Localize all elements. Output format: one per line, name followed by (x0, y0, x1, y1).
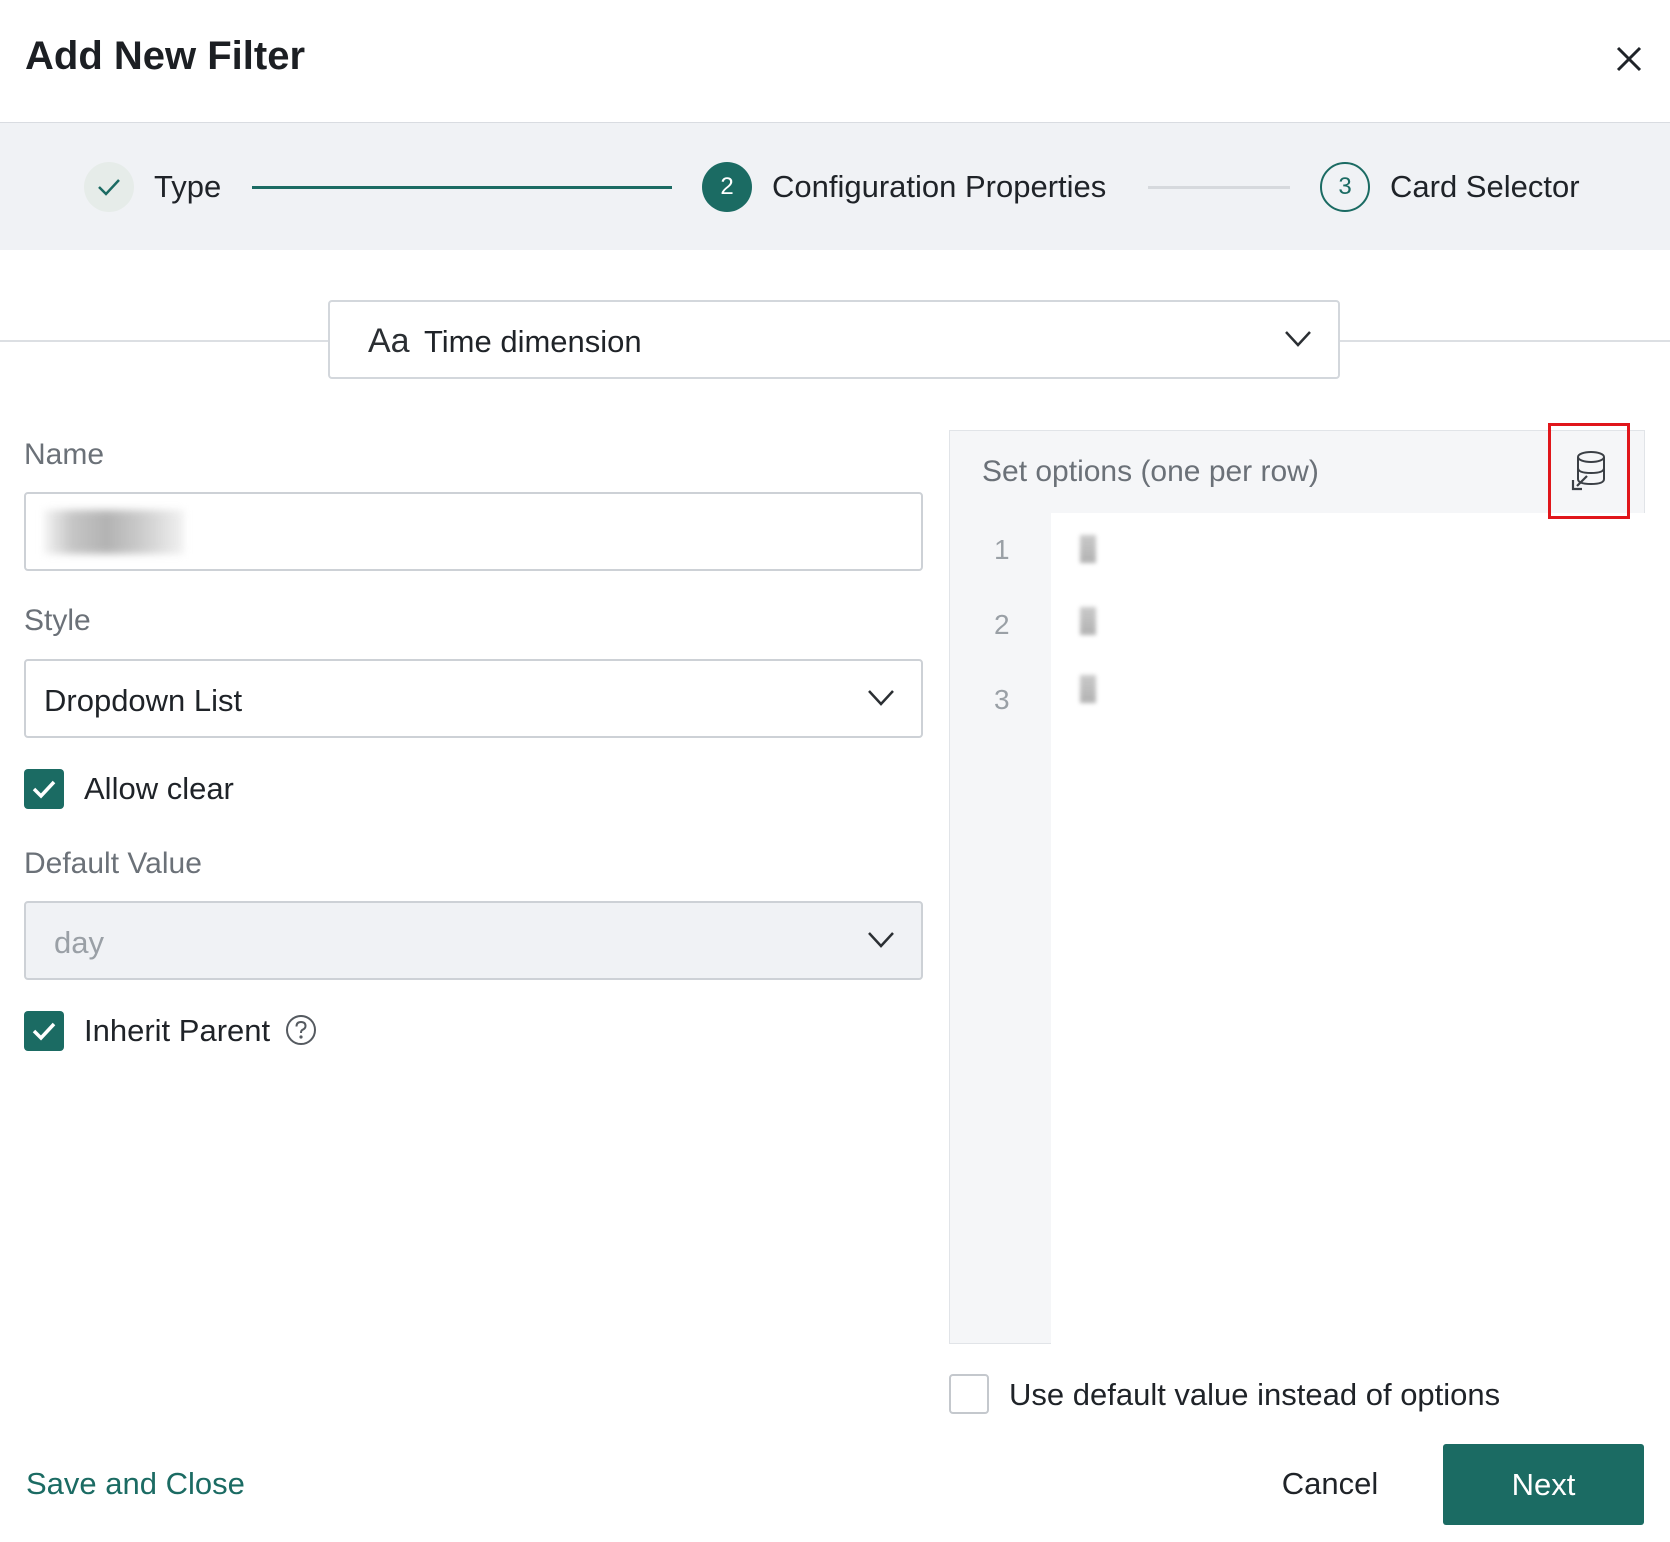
close-button[interactable] (1610, 40, 1648, 78)
line-number: 3 (994, 684, 1010, 715)
name-input[interactable] (24, 492, 923, 571)
cancel-button[interactable]: Cancel (1262, 1444, 1398, 1524)
chevron-down-icon (1285, 331, 1311, 347)
options-editor[interactable] (1051, 513, 1645, 1344)
step-config-label[interactable]: Configuration Properties (772, 169, 1106, 205)
default-value-value: day (54, 925, 104, 960)
step-connector-pending (1148, 186, 1290, 189)
allow-clear-checkbox[interactable] (24, 769, 64, 809)
allow-clear-label: Allow clear (84, 771, 234, 806)
filter-type-select[interactable]: Aa Time dimension (328, 300, 1340, 379)
step-type-indicator (84, 162, 134, 212)
section-divider-left (0, 340, 328, 342)
line-number: 1 (994, 534, 1010, 565)
use-default-value-label: Use default value instead of options (1009, 1377, 1501, 1412)
question-circle-icon[interactable] (285, 1014, 317, 1046)
step-card-selector-label[interactable]: Card Selector (1390, 169, 1580, 205)
text-type-icon: Aa (368, 322, 410, 360)
inherit-parent-checkbox[interactable] (24, 1011, 64, 1051)
use-default-value-checkbox[interactable] (949, 1374, 989, 1414)
step-card-selector-indicator: 3 (1320, 162, 1370, 212)
default-value-label: Default Value (24, 847, 202, 880)
option-value-redacted (1080, 535, 1096, 563)
options-panel: Set options (one per row) 1 2 3 (949, 430, 1645, 1344)
chevron-down-icon (868, 932, 894, 948)
section-divider-right (1340, 340, 1670, 342)
save-and-close-link[interactable]: Save and Close (26, 1466, 245, 1502)
step-connector-complete (252, 186, 672, 189)
name-value-redacted (44, 510, 184, 554)
step-config-indicator: 2 (702, 162, 752, 212)
dialog-title: Add New Filter (25, 34, 306, 78)
close-icon (1616, 46, 1642, 72)
option-value-redacted (1080, 607, 1096, 635)
name-label: Name (24, 438, 105, 471)
import-from-dataset-button[interactable] (1548, 423, 1630, 519)
style-value: Dropdown List (44, 683, 243, 718)
next-button[interactable]: Next (1443, 1444, 1644, 1525)
database-import-icon (1571, 451, 1605, 491)
filter-type-value: Time dimension (424, 324, 642, 359)
check-icon (98, 179, 120, 196)
check-icon (32, 1022, 56, 1041)
chevron-down-icon (868, 690, 894, 706)
option-value-redacted (1080, 675, 1096, 703)
default-value-select[interactable]: day (24, 901, 923, 980)
style-select[interactable]: Dropdown List (24, 659, 923, 738)
step-type-label[interactable]: Type (154, 169, 221, 205)
style-label: Style (24, 604, 91, 637)
check-icon (32, 780, 56, 799)
inherit-parent-label: Inherit Parent (84, 1013, 271, 1048)
options-header: Set options (one per row) (982, 455, 1319, 488)
line-number: 2 (994, 609, 1010, 640)
